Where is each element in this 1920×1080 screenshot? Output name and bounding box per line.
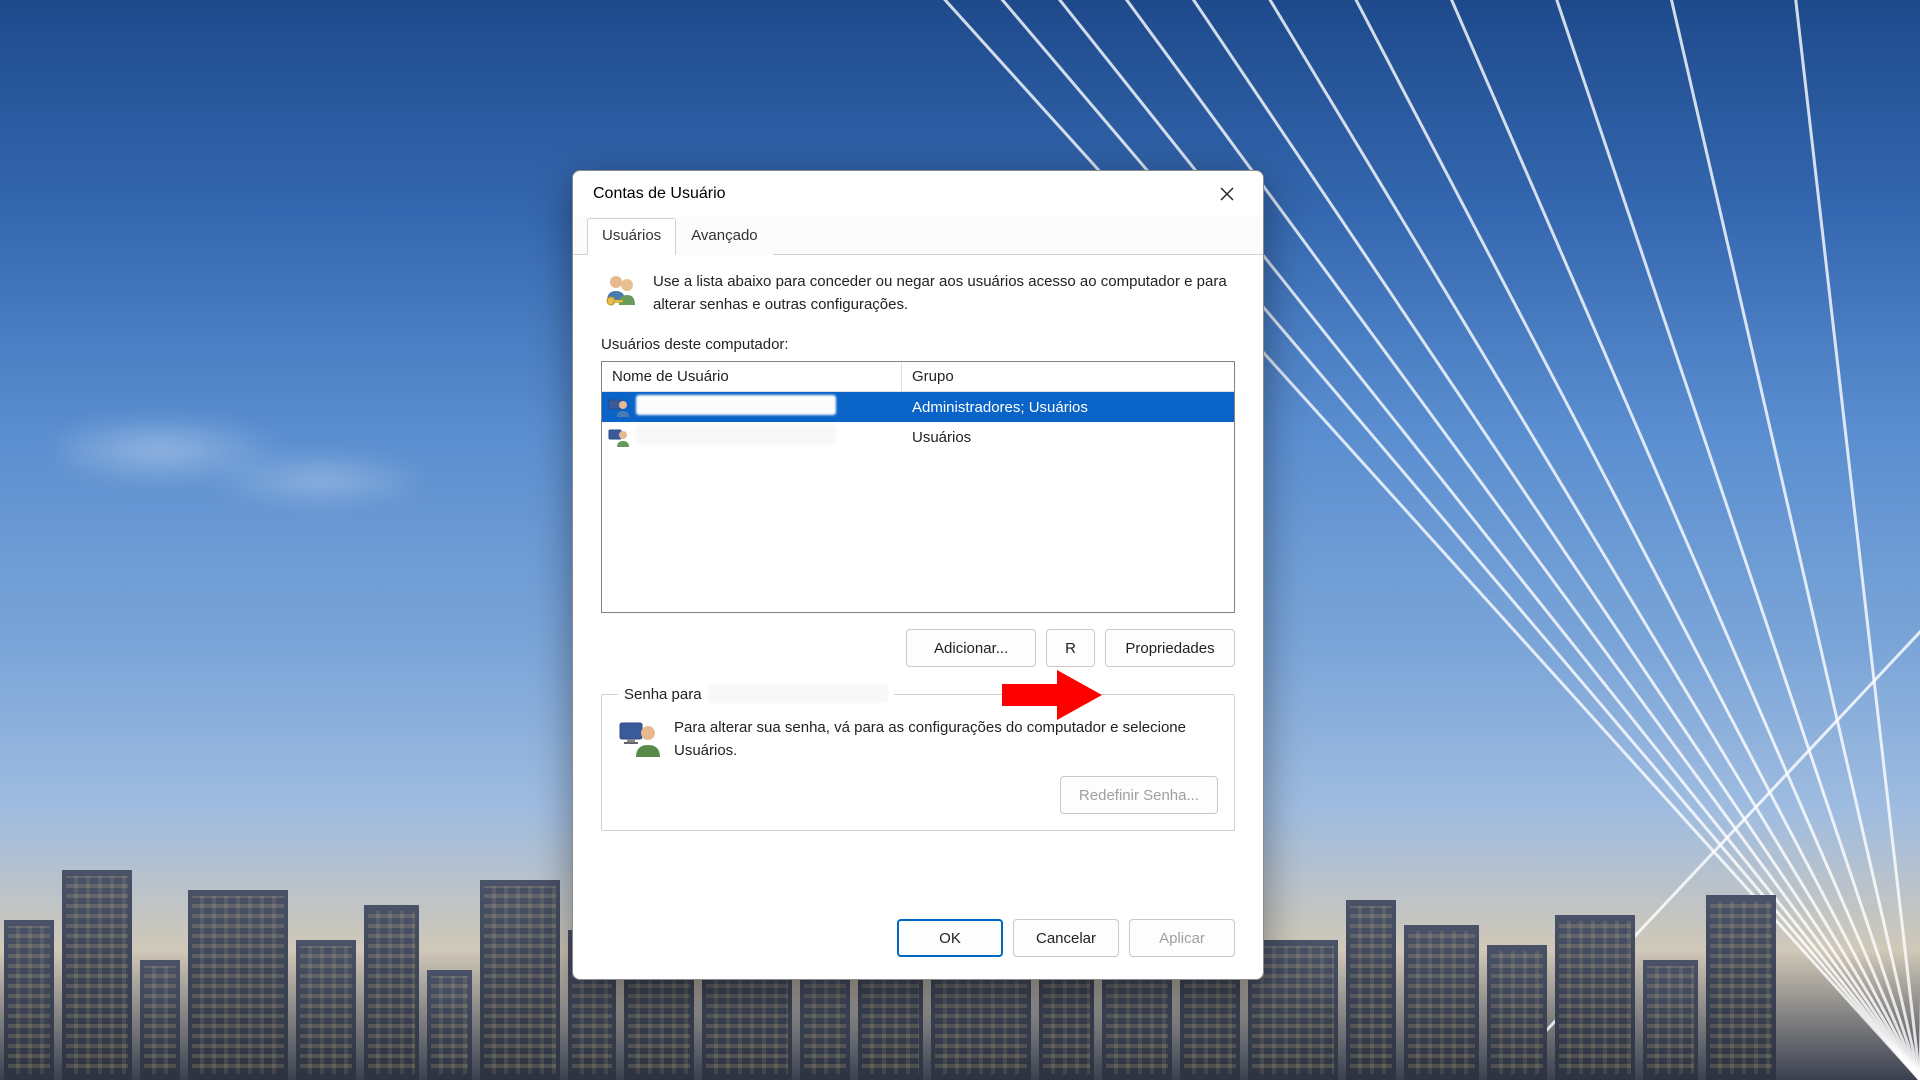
list-header: Nome de Usuário Grupo — [602, 362, 1234, 392]
close-icon — [1220, 187, 1234, 201]
intro-row: Use a lista abaixo para conceder ou nega… — [601, 271, 1235, 316]
user-accounts-dialog: Contas de Usuário Usuários Avançado Use … — [572, 170, 1264, 980]
user-monitor-icon — [618, 717, 660, 759]
user-name-cell — [636, 395, 902, 419]
tab-strip: Usuários Avançado — [573, 217, 1263, 255]
password-legend: Senha para — [618, 685, 894, 703]
titlebar[interactable]: Contas de Usuário — [573, 171, 1263, 217]
ok-button[interactable]: OK — [897, 919, 1003, 957]
user-list-label: Usuários deste computador: — [601, 336, 1235, 353]
dialog-content: Use a lista abaixo para conceder ou nega… — [573, 255, 1263, 903]
user-row-2[interactable]: Usuários — [602, 422, 1234, 452]
remove-button-partial[interactable]: R — [1046, 629, 1095, 667]
add-button[interactable]: Adicionar... — [906, 629, 1036, 667]
user-icon — [608, 396, 630, 418]
properties-button[interactable]: Propriedades — [1105, 629, 1235, 667]
intro-text: Use a lista abaixo para conceder ou nega… — [653, 271, 1235, 316]
column-name-header[interactable]: Nome de Usuário — [602, 362, 902, 391]
user-list[interactable]: Nome de Usuário Grupo Administradores; U… — [601, 361, 1235, 613]
user-icon — [608, 426, 630, 448]
user-row-1[interactable]: Administradores; Usuários — [602, 392, 1234, 422]
tab-advanced[interactable]: Avançado — [676, 218, 772, 255]
password-fieldset: Senha para Para alterar sua senha, vá pa… — [601, 685, 1235, 831]
column-group-header[interactable]: Grupo — [902, 362, 1234, 391]
background-clouds — [60, 380, 440, 540]
tab-users[interactable]: Usuários — [587, 218, 676, 255]
user-action-buttons: Adicionar... R Propriedades — [601, 629, 1235, 667]
apply-button: Aplicar — [1129, 919, 1235, 957]
user-group-cell: Usuários — [902, 429, 1234, 446]
users-key-icon — [601, 271, 641, 311]
dialog-title: Contas de Usuário — [593, 185, 726, 203]
user-group-cell: Administradores; Usuários — [902, 399, 1234, 416]
reset-password-button: Redefinir Senha... — [1060, 776, 1218, 814]
user-name-cell — [636, 425, 902, 449]
cancel-button[interactable]: Cancelar — [1013, 919, 1119, 957]
close-button[interactable] — [1203, 176, 1251, 212]
dialog-bottom-buttons: OK Cancelar Aplicar — [573, 903, 1263, 979]
password-help-text: Para alterar sua senha, vá para as confi… — [674, 717, 1218, 762]
